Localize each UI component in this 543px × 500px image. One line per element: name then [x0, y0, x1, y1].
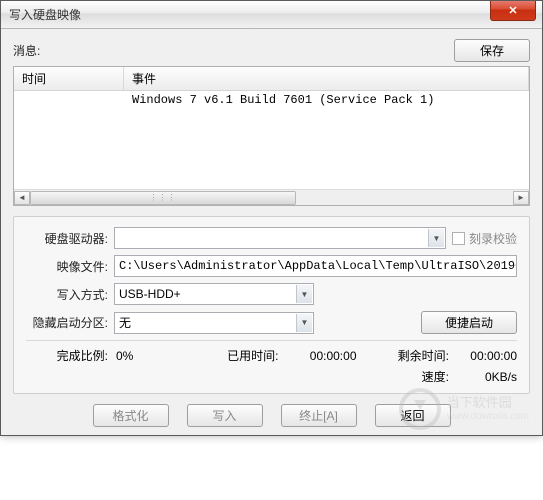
- button-row: 格式化 写入 终止[A] 返回: [13, 404, 530, 427]
- write-mode-value: USB-HDD+: [119, 287, 181, 301]
- scroll-track[interactable]: ⋮⋮⋮: [30, 191, 513, 205]
- write-mode-row: 写入方式: USB-HDD+ ▼: [26, 283, 517, 305]
- message-label: 消息:: [13, 42, 40, 59]
- list-body[interactable]: Windows 7 v6.1 Build 7601 (Service Pack …: [14, 91, 529, 189]
- verify-label: 刻录校验: [469, 230, 517, 247]
- hidden-boot-combo[interactable]: 无 ▼: [114, 312, 314, 334]
- chevron-down-icon: ▼: [296, 314, 312, 332]
- close-button[interactable]: ✕: [490, 1, 536, 21]
- speed-value: 0KB/s: [457, 370, 517, 384]
- content-area: 消息: 保存 时间 事件 Windows 7 v6.1 Build 7601 (…: [1, 29, 542, 435]
- hidden-boot-value: 无: [119, 314, 131, 331]
- abort-button[interactable]: 终止[A]: [281, 404, 357, 427]
- col-event[interactable]: 事件: [124, 67, 529, 90]
- checkbox-box-icon: [452, 232, 465, 245]
- verify-checkbox[interactable]: 刻录校验: [452, 230, 517, 247]
- elapsed-value: 00:00:00: [287, 349, 357, 363]
- write-button[interactable]: 写入: [187, 404, 263, 427]
- titlebar: 写入硬盘映像 ✕: [1, 1, 542, 29]
- list-header: 时间 事件: [14, 67, 529, 91]
- chevron-down-icon: ▼: [296, 285, 312, 303]
- drive-label: 硬盘驱动器:: [26, 230, 108, 247]
- list-row[interactable]: Windows 7 v6.1 Build 7601 (Service Pack …: [14, 91, 529, 109]
- close-icon: ✕: [508, 4, 517, 17]
- write-mode-label: 写入方式:: [26, 286, 108, 303]
- save-button[interactable]: 保存: [454, 39, 530, 62]
- image-row: 映像文件: C:\Users\Administrator\AppData\Loc…: [26, 255, 517, 277]
- divider: [26, 340, 517, 341]
- drive-combo[interactable]: ▼: [114, 227, 446, 249]
- cell-event: Windows 7 v6.1 Build 7601 (Service Pack …: [124, 91, 529, 109]
- elapsed-label: 已用时间:: [227, 347, 278, 364]
- image-label: 映像文件:: [26, 258, 108, 275]
- format-button[interactable]: 格式化: [93, 404, 169, 427]
- form-panel: 硬盘驱动器: ▼ 刻录校验 映像文件: C:\Users\Administrat…: [13, 216, 530, 394]
- scroll-right-button[interactable]: ►: [513, 191, 529, 205]
- progress-value: 0%: [116, 349, 186, 363]
- status-row-2: 速度: 0KB/s: [26, 368, 517, 385]
- hidden-boot-row: 隐藏启动分区: 无 ▼ 便捷启动: [26, 311, 517, 334]
- status-row-1: 完成比例: 0% 已用时间: 00:00:00 剩余时间: 00:00:00: [26, 347, 517, 364]
- quick-boot-button[interactable]: 便捷启动: [421, 311, 517, 334]
- remaining-value: 00:00:00: [457, 349, 517, 363]
- message-list: 时间 事件 Windows 7 v6.1 Build 7601 (Service…: [13, 66, 530, 206]
- image-path-field[interactable]: C:\Users\Administrator\AppData\Local\Tem…: [114, 255, 517, 277]
- dialog-window: 写入硬盘映像 ✕ 消息: 保存 时间 事件 Windows 7 v6.1 Bui…: [0, 0, 543, 436]
- progress-label: 完成比例:: [26, 347, 108, 364]
- drive-row: 硬盘驱动器: ▼ 刻录校验: [26, 227, 517, 249]
- chevron-down-icon: ▼: [428, 229, 444, 247]
- horizontal-scrollbar[interactable]: ◄ ⋮⋮⋮ ►: [14, 189, 529, 205]
- scroll-thumb[interactable]: ⋮⋮⋮: [30, 191, 296, 205]
- col-time[interactable]: 时间: [14, 67, 124, 90]
- write-mode-combo[interactable]: USB-HDD+ ▼: [114, 283, 314, 305]
- hidden-boot-label: 隐藏启动分区:: [26, 314, 108, 331]
- window-title: 写入硬盘映像: [9, 6, 81, 23]
- message-header-row: 消息: 保存: [13, 39, 530, 62]
- speed-label: 速度:: [422, 368, 449, 385]
- scroll-left-button[interactable]: ◄: [14, 191, 30, 205]
- remaining-label: 剩余时间:: [398, 347, 449, 364]
- return-button[interactable]: 返回: [375, 404, 451, 427]
- cell-time: [14, 91, 124, 109]
